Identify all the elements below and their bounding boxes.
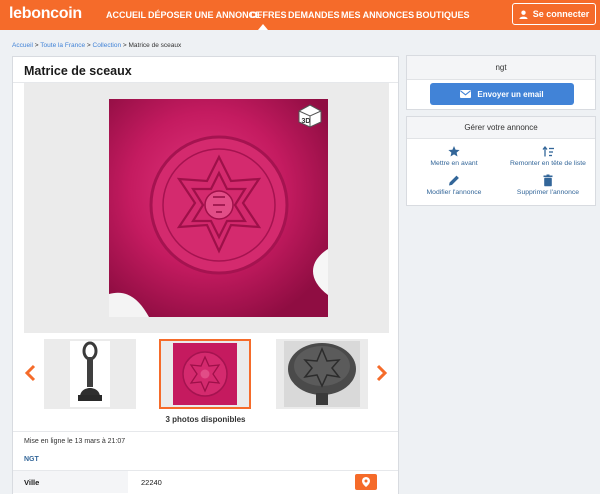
seller-name: ngt (407, 56, 595, 80)
photo-thumbnail[interactable] (276, 339, 368, 409)
login-button[interactable]: Se connecter (512, 3, 596, 25)
previous-photo-arrow[interactable] (23, 363, 37, 383)
show-map-button[interactable] (355, 474, 377, 490)
listing-card: Matrice de sceaux 3D 3 photos disponible… (12, 56, 399, 494)
chevron-right-icon (376, 364, 388, 382)
feature-listing-label: Mettre en avant (430, 160, 478, 167)
envelope-icon (460, 90, 472, 98)
pencil-icon (449, 175, 459, 186)
edit-listing-action[interactable]: Modifier l'annonce (407, 174, 501, 196)
main-photo[interactable] (109, 99, 328, 317)
breadcrumb-link-accueil[interactable]: Accueil (12, 42, 33, 49)
bump-listing-action[interactable]: Remonter en tête de liste (501, 145, 595, 167)
listing-title: Matrice de sceaux (24, 64, 132, 78)
delete-listing-label: Supprimer l'annonce (516, 189, 580, 196)
send-email-button[interactable]: Envoyer un email (430, 83, 574, 105)
posted-date: Mise en ligne le 13 mars à 21:07 (24, 438, 126, 445)
nav-item-accueil[interactable]: ACCUEIL (106, 10, 146, 20)
3d-view-icon[interactable]: 3D (298, 104, 322, 128)
nav-item-mes-annonces[interactable]: MES ANNONCES (341, 10, 414, 20)
3d-badge-label: 3D (302, 118, 311, 125)
photos-count: 3 photos disponibles (165, 415, 246, 424)
edit-listing-label: Modifier l'annonce (426, 189, 482, 196)
thumbnail-strip (13, 339, 398, 413)
manage-listing-title: Gérer votre annonce (407, 117, 595, 139)
nav-item-deposer[interactable]: DÉPOSER UNE ANNONCE (148, 10, 261, 20)
star-icon (448, 146, 460, 157)
feature-listing-action[interactable]: Mettre en avant (407, 145, 501, 167)
trash-icon (543, 174, 553, 187)
sort-up-icon (541, 145, 554, 157)
user-icon (519, 10, 528, 19)
ville-value: 22240 (141, 478, 162, 487)
breadcrumb: Accueil > Toute la France > Collection >… (12, 42, 181, 49)
seller-name-link[interactable]: NGT (24, 456, 39, 463)
send-email-label: Envoyer un email (477, 89, 544, 99)
map-pin-icon (362, 477, 370, 487)
main-photo-area: 3D (24, 83, 389, 333)
site-logo[interactable]: leboncoin (9, 5, 82, 23)
photo-thumbnail-selected[interactable] (159, 339, 251, 409)
chevron-left-icon (24, 364, 36, 382)
top-navbar: leboncoin ACCUEIL DÉPOSER UNE ANNONCE OF… (0, 0, 600, 30)
divider (13, 431, 398, 432)
ville-label: Ville (24, 478, 40, 487)
nav-active-indicator (258, 24, 268, 30)
contact-card: ngt Envoyer un email (406, 55, 596, 110)
bump-listing-label: Remonter en tête de liste (510, 160, 586, 167)
manage-listing-card: Gérer votre annonce Mettre en avant Remo… (406, 116, 596, 206)
nav-item-boutiques[interactable]: BOUTIQUES (416, 10, 470, 20)
photo-thumbnail[interactable] (44, 339, 136, 409)
breadcrumb-link-toute-la-france[interactable]: Toute la France (40, 42, 85, 49)
breadcrumb-current: Matrice de sceaux (128, 42, 182, 49)
breadcrumb-link-collection[interactable]: Collection (93, 42, 122, 49)
breadcrumb-separator: > (34, 42, 39, 49)
nav-item-demandes[interactable]: DEMANDES (288, 10, 340, 20)
delete-listing-action[interactable]: Supprimer l'annonce (501, 174, 595, 196)
breadcrumb-separator: > (122, 42, 127, 49)
nav-item-offres[interactable]: OFFRES (250, 10, 287, 20)
breadcrumb-separator: > (86, 42, 91, 49)
next-photo-arrow[interactable] (375, 363, 389, 383)
ville-row: Ville 22240 (13, 471, 398, 493)
login-button-label: Se connecter (532, 9, 590, 19)
